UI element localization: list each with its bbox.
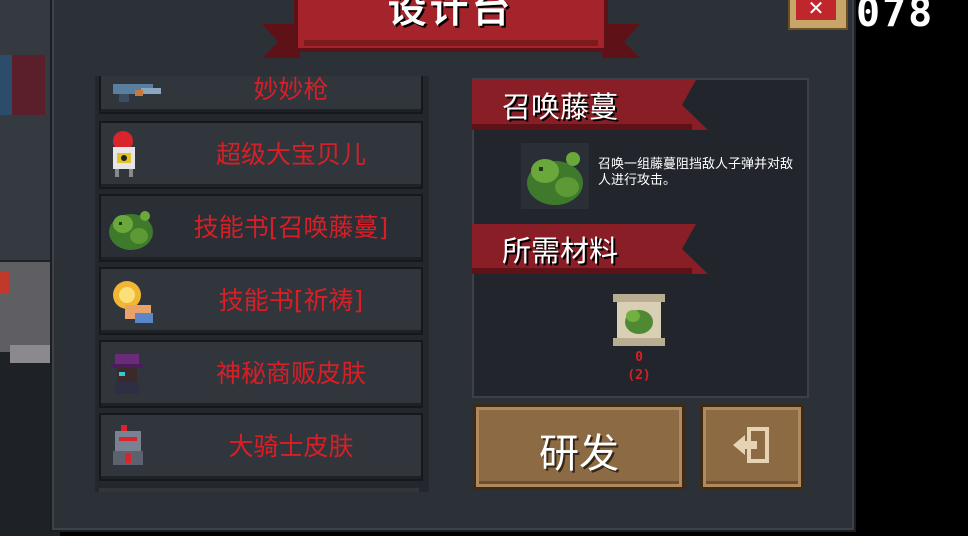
list-item-label: 技能书[祈祷]: [218, 286, 364, 315]
list-item[interactable]: 妙妙枪: [99, 76, 423, 114]
close-icon: ✕: [796, 0, 836, 20]
list-item-label: 妙妙枪: [253, 76, 329, 104]
research-button-label: 研发: [539, 431, 619, 477]
gun-icon: [105, 76, 161, 106]
skill-name: 召唤藤蔓: [502, 90, 619, 124]
scroll-vine-icon: [611, 292, 667, 348]
close-button[interactable]: ✕: [788, 0, 848, 30]
skill-name-ribbon: 召唤藤蔓: [472, 80, 712, 130]
prayer-hand-icon: [105, 275, 157, 327]
title-banner: 设计台: [262, 0, 640, 58]
list-item[interactable]: 超级大宝贝儿: [99, 121, 423, 189]
list-item-selected[interactable]: 技能书[召唤藤蔓]: [99, 194, 423, 262]
vine-icon: [521, 143, 589, 209]
robot-baby-icon: [105, 129, 157, 181]
list-item-label: 神秘商贩皮肤: [215, 359, 366, 388]
skill-description: 召唤一组藤蔓阻挡敌人子弹并对敌人进行攻击。: [598, 157, 794, 188]
blueprint-list[interactable]: 妙妙枪 超级大宝贝儿 技能书[召唤藤蔓] 技能书[祈祷] 神秘商贩皮肤 大骑士皮…: [95, 76, 429, 492]
material-required-count: (2): [627, 368, 651, 383]
list-item[interactable]: 技能书[祈祷]: [99, 267, 423, 335]
materials-ribbon: 所需材料: [472, 224, 712, 274]
list-item-label: 大骑士皮肤: [228, 432, 354, 461]
vine-icon: [105, 202, 157, 254]
knight-icon: [105, 421, 157, 473]
list-item[interactable]: 神秘商贩皮肤: [99, 340, 423, 408]
page-title: 设计台: [387, 0, 514, 31]
exit-icon: [731, 427, 771, 467]
exit-button[interactable]: [700, 404, 804, 490]
research-button[interactable]: 研发: [473, 404, 685, 490]
list-item-label: 技能书[召唤藤蔓]: [193, 213, 389, 242]
list-item-label: 超级大宝贝儿: [215, 140, 366, 169]
merchant-icon: [105, 348, 157, 400]
materials-title: 所需材料: [502, 234, 619, 268]
coin-counter: 078: [856, 0, 935, 36]
list-item[interactable]: 大骑士皮肤: [99, 413, 423, 481]
material-owned-count: 0: [635, 350, 643, 365]
